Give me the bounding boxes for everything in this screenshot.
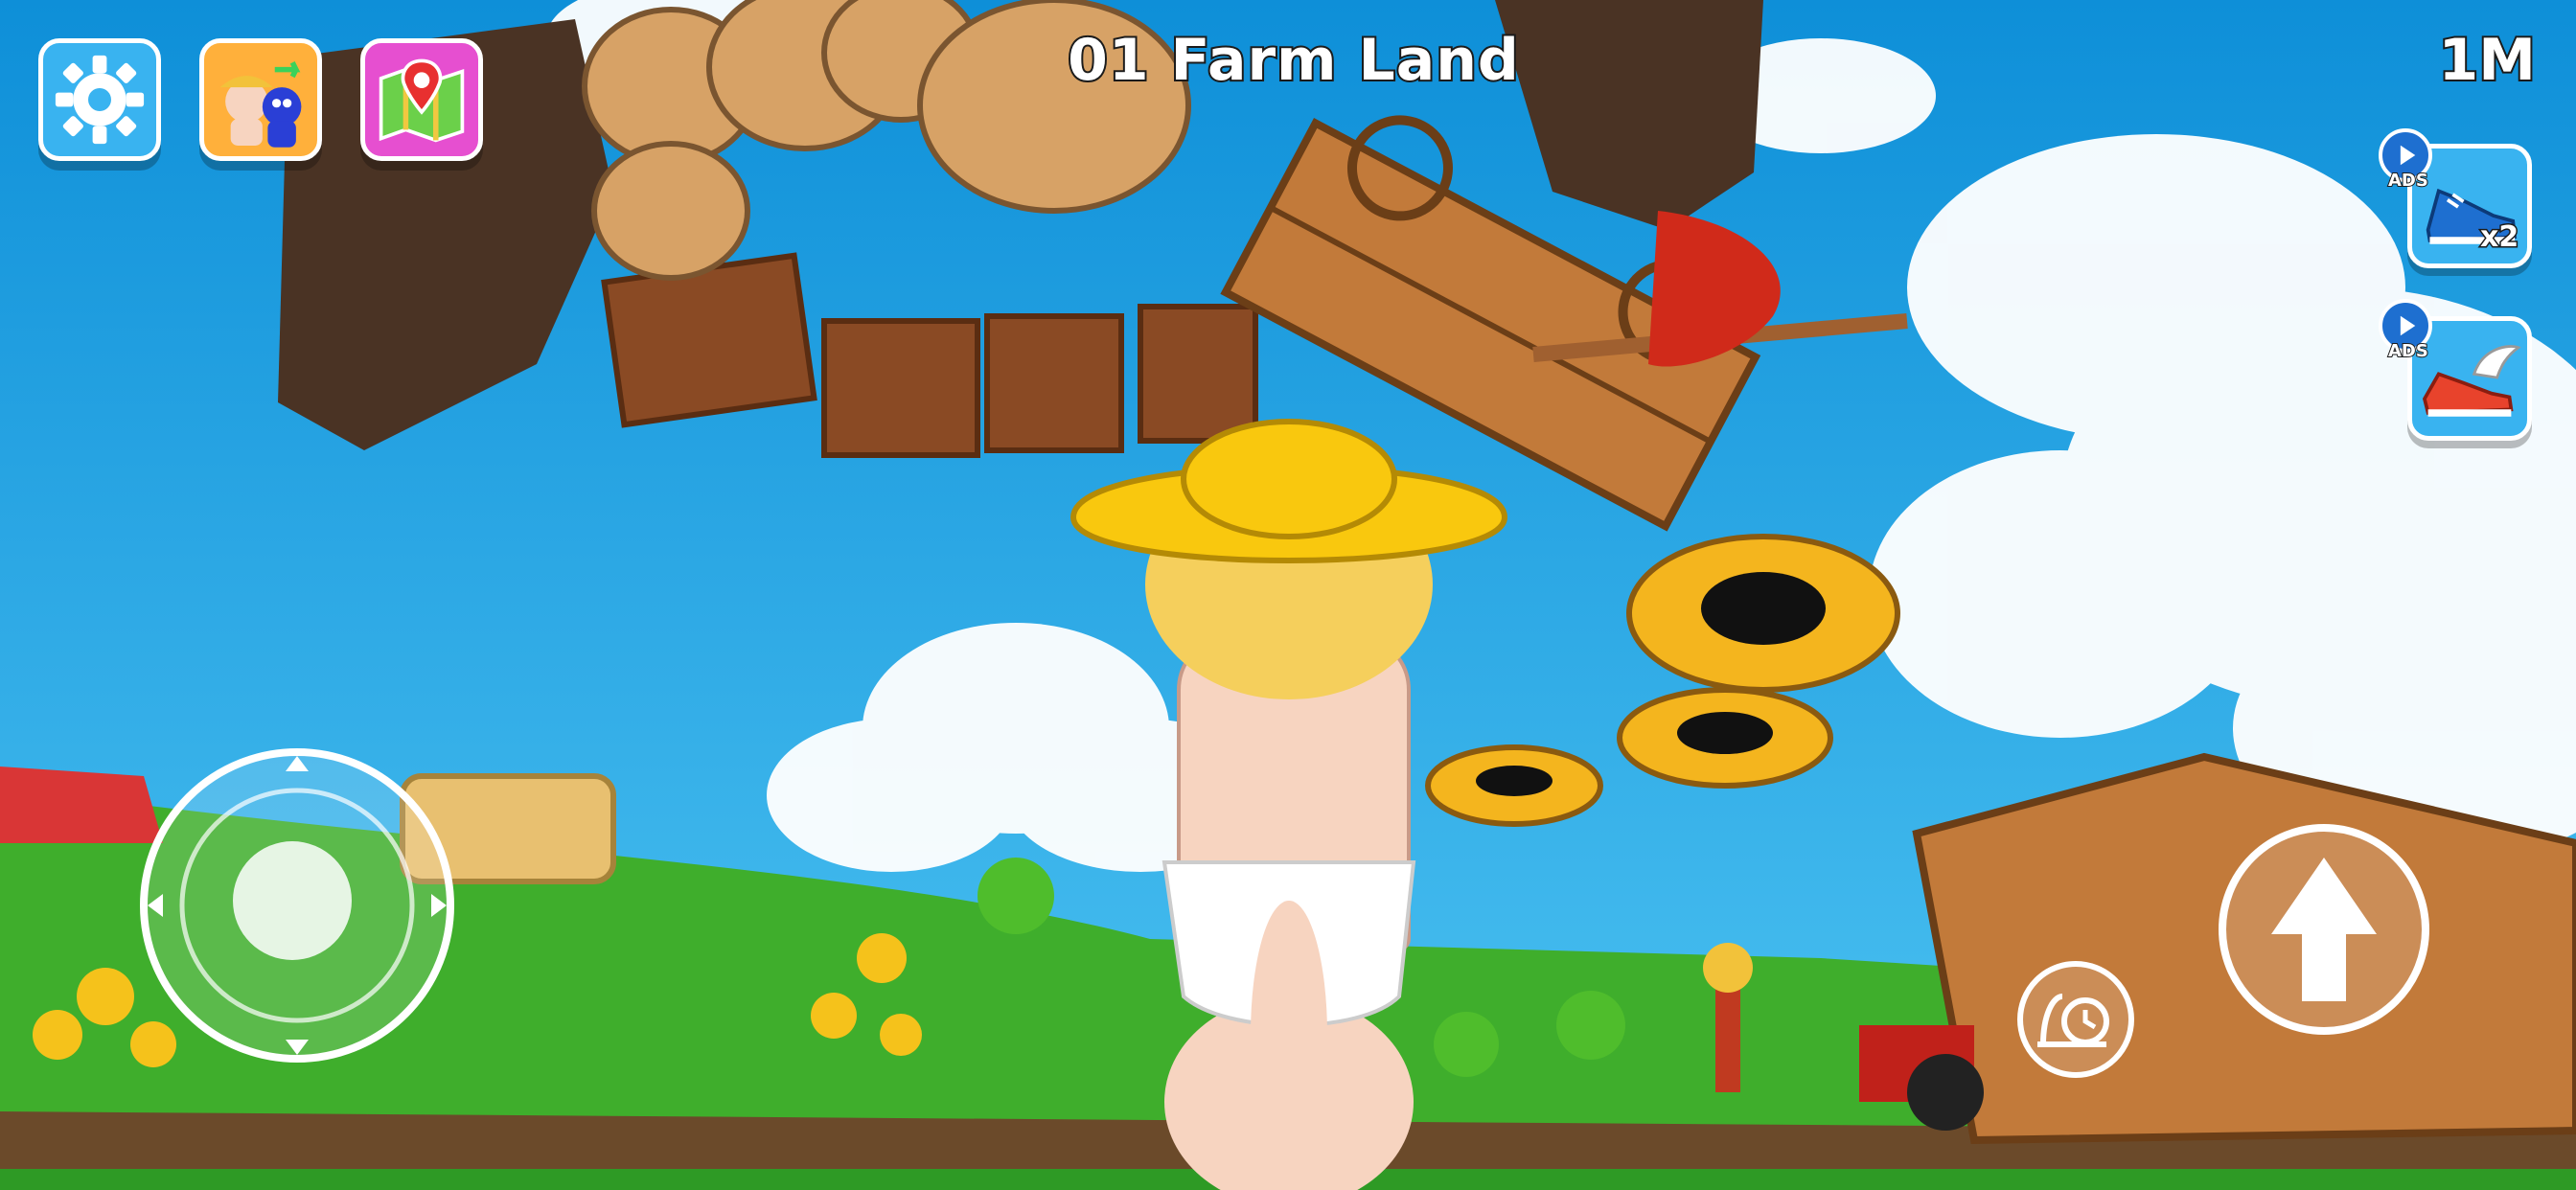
boost-multiplier: x2 <box>2478 219 2519 256</box>
distance-counter: 1M <box>2437 25 2538 96</box>
character-swap-icon <box>219 61 302 148</box>
winged-sneaker-icon <box>2422 345 2521 417</box>
arrow-up-icon <box>2219 824 2429 1035</box>
map-button[interactable] <box>360 38 483 161</box>
map-pin-icon <box>379 58 465 143</box>
movement-joystick[interactable] <box>134 743 460 1068</box>
ads-label: ADS <box>2387 170 2429 192</box>
ads-label: ADS <box>2387 340 2429 362</box>
snail-clock-icon <box>2017 961 2134 1078</box>
slow-motion-button[interactable] <box>2014 958 2137 1081</box>
gear-icon <box>55 55 145 145</box>
settings-button[interactable] <box>38 38 161 161</box>
level-title: 01 Farm Land <box>1066 25 1521 96</box>
joystick-icon <box>140 748 454 1063</box>
jump-button[interactable] <box>2214 819 2434 1040</box>
character-select-button[interactable] <box>199 38 322 161</box>
